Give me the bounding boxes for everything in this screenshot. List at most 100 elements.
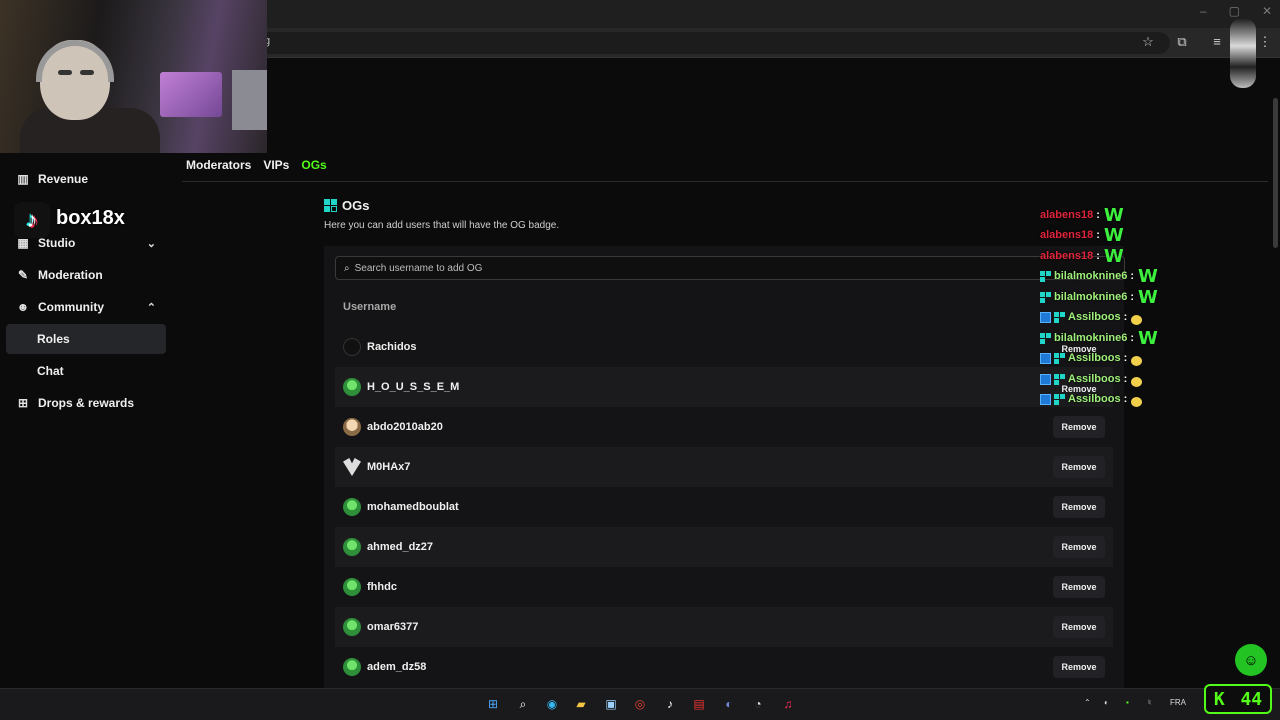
sidebar-item-label: Drops & rewards: [38, 396, 135, 410]
sidebar-item-roles[interactable]: Roles: [6, 324, 166, 354]
smile-emote-icon: [1131, 356, 1143, 366]
tabs-divider: [182, 181, 1268, 182]
sidebar-item-moderation[interactable]: ✎ Moderation: [6, 260, 166, 290]
media-controls-icon[interactable]: ≡: [1208, 33, 1226, 51]
chat-username: alabens18: [1040, 209, 1094, 221]
chat-username: bilalmoknine6: [1054, 291, 1128, 303]
og-badge-icon: [1054, 311, 1065, 323]
table-row: Rachidos: [335, 327, 1113, 367]
support-chat-button[interactable]: ☺: [1235, 644, 1267, 676]
username: fhhdc: [367, 581, 397, 593]
tiktok-live-studio-icon[interactable]: ♫: [779, 695, 797, 713]
sidebar-item-community[interactable]: ☻ Community ⌃: [6, 292, 166, 322]
og-badge-icon: [1054, 352, 1065, 364]
sidebar-item-label: Moderation: [38, 268, 103, 282]
webcam-overlay: [0, 0, 267, 153]
remove-button[interactable]: Remove: [1053, 656, 1105, 678]
obs-icon[interactable]: ◔: [749, 695, 767, 713]
tray-overflow-icon[interactable]: ⌃: [1084, 698, 1091, 707]
remove-button[interactable]: Remove: [1053, 416, 1105, 438]
screen: – ▢ ✕ g ☆ ⧉ ≡ ⋮ ▥ Revenue ▦ Studio ⌄ ✎ M…: [0, 0, 1280, 720]
remove-button[interactable]: Remove: [1053, 456, 1105, 478]
avatar: [343, 578, 361, 596]
minimize-button[interactable]: –: [1200, 4, 1207, 18]
maximize-button[interactable]: ▢: [1229, 4, 1240, 18]
extensions-icon[interactable]: ⧉: [1173, 33, 1191, 51]
sidebar-item-chat[interactable]: Chat: [6, 356, 166, 386]
tab-moderators[interactable]: Moderators: [186, 158, 251, 172]
chat-username: alabens18: [1040, 229, 1094, 241]
table-row: abdo2010ab20 Remove: [335, 407, 1113, 447]
og-badge-icon: [1054, 393, 1065, 405]
edge-browser-icon[interactable]: ◉: [543, 695, 561, 713]
chat-username: bilalmoknine6: [1054, 270, 1128, 282]
bookmark-star-icon[interactable]: ☆: [1139, 33, 1157, 51]
chrome-icon[interactable]: ◎: [631, 695, 649, 713]
chat-message: bilalmoknine6: W: [1040, 265, 1158, 287]
discord-icon[interactable]: ◐: [720, 695, 738, 713]
emote-w: W: [1138, 265, 1158, 287]
avatar: [343, 618, 361, 636]
tiktok-logo-icon: ♪: [14, 202, 50, 238]
browser-menu-icon[interactable]: ⋮: [1256, 33, 1274, 51]
table-row: H_O_U_S_S_E_M: [335, 367, 1113, 407]
chevron-down-icon: ⌄: [146, 237, 156, 250]
avatar: [343, 458, 361, 476]
table-row: adem_dz58 Remove: [335, 647, 1113, 687]
wrench-icon: ✎: [17, 268, 29, 282]
vip-badge-icon: [1040, 311, 1051, 323]
kick-counter-badge: K 44: [1204, 684, 1272, 714]
emote-w: W: [1138, 286, 1158, 308]
table-row: omar6377 Remove: [335, 607, 1113, 647]
username: omar6377: [367, 621, 419, 633]
table-row: ahmed_dz27 Remove: [335, 527, 1113, 567]
chat-message: bilalmoknine6: W: [1040, 286, 1158, 308]
chat-message: Assilboos:: [1040, 369, 1143, 389]
windows-start-icon[interactable]: ⊞: [484, 695, 502, 713]
sidebar-item-revenue[interactable]: ▥ Revenue: [6, 164, 166, 194]
vip-badge-icon: [1040, 393, 1051, 405]
og-badge-icon: [1040, 332, 1051, 344]
avatar: [343, 498, 361, 516]
studio-icon: ▦: [17, 236, 29, 250]
remove-button[interactable]: Remove: [1053, 616, 1105, 638]
search-icon[interactable]: ⌕: [514, 695, 532, 713]
search-input[interactable]: ⌕ Search username to add OG: [335, 256, 1125, 280]
microphone-icon[interactable]: ♮: [1148, 698, 1151, 707]
table-row: M0HAx7 Remove: [335, 447, 1113, 487]
file-explorer-icon[interactable]: ▰: [572, 695, 590, 713]
tab-ogs[interactable]: OGs: [301, 158, 326, 172]
chat-username: Assilboos: [1068, 373, 1121, 385]
url-field[interactable]: [240, 32, 1170, 54]
tray-discord-icon[interactable]: ◐: [1104, 698, 1109, 707]
window-controls: – ▢ ✕: [1200, 4, 1272, 18]
recorder-app-icon[interactable]: ▤: [690, 695, 708, 713]
tab-vips[interactable]: VIPs: [263, 158, 289, 172]
profile-figure-overlay: [1230, 18, 1256, 88]
remove-button[interactable]: Remove: [1053, 536, 1105, 558]
remove-button[interactable]: Remove: [1053, 576, 1105, 598]
og-badge-icon: [1054, 373, 1065, 385]
emote-w: W: [1138, 327, 1158, 349]
chat-username: Assilboos: [1068, 393, 1121, 405]
sidebar-item-drops-rewards[interactable]: ⊞ Drops & rewards: [6, 388, 166, 418]
sidebar-item-label: Studio: [38, 236, 76, 250]
chat-username: alabens18: [1040, 250, 1094, 262]
emote-w: W: [1103, 204, 1124, 226]
close-button[interactable]: ✕: [1262, 4, 1272, 18]
chevron-up-icon: ⌃: [146, 301, 156, 314]
username-column-header: Username: [343, 301, 397, 313]
tray-nvidia-icon[interactable]: ▪: [1126, 698, 1129, 707]
sidebar-item-label: Revenue: [38, 172, 89, 186]
store-icon[interactable]: ▣: [602, 695, 620, 713]
language-indicator[interactable]: FRA: [1170, 698, 1186, 707]
avatar: [343, 338, 361, 356]
avatar: [343, 378, 361, 396]
username: Rachidos: [367, 341, 417, 353]
page-scrollbar[interactable]: [1273, 98, 1278, 248]
kick-logo-icon: K: [1213, 688, 1225, 710]
tiktok-icon[interactable]: ♪: [661, 695, 679, 713]
emote-w: W: [1103, 245, 1124, 267]
remove-button[interactable]: Remove: [1053, 496, 1105, 518]
kick-counter-value: 44: [1240, 688, 1263, 710]
